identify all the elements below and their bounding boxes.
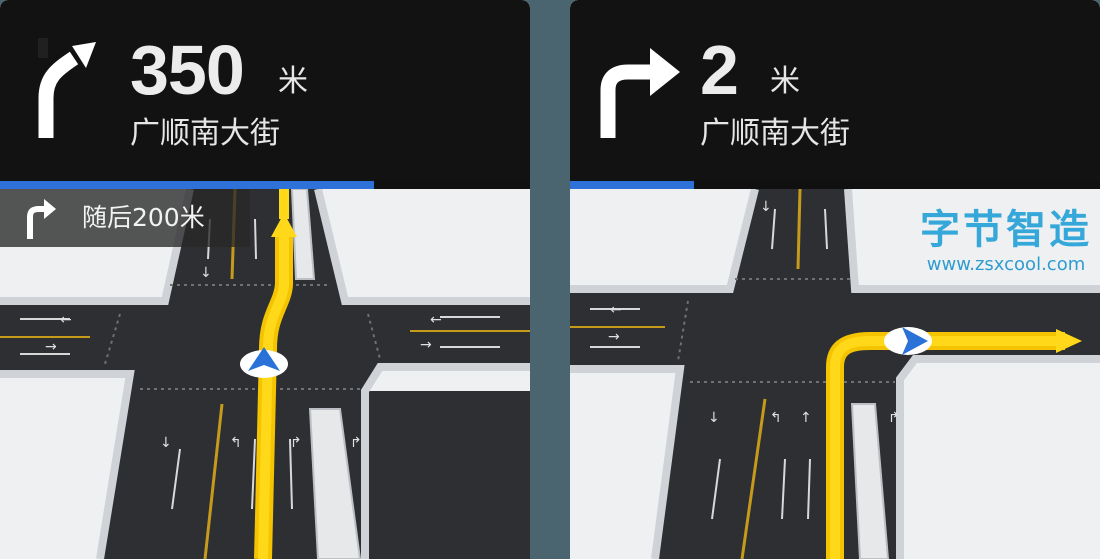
vehicle-position-icon bbox=[884, 327, 932, 355]
route-progress-fill bbox=[570, 181, 694, 189]
svg-text:←: ← bbox=[430, 312, 442, 328]
watermark-url: www.zsxcool.com bbox=[926, 254, 1086, 275]
svg-text:→: → bbox=[45, 339, 57, 355]
svg-text:↓: ↓ bbox=[200, 265, 212, 281]
turn-slight-right-arrow-icon bbox=[38, 38, 96, 138]
route-progress-bar bbox=[570, 181, 1100, 189]
distance-unit: 米 bbox=[770, 64, 800, 99]
svg-text:↱: ↱ bbox=[290, 435, 302, 451]
distance-unit: 米 bbox=[278, 64, 308, 99]
street-name: 广顺南大街 bbox=[130, 116, 280, 151]
svg-text:↰: ↰ bbox=[770, 410, 782, 426]
nav-header-right: 2 米 广顺南大街 bbox=[570, 0, 1100, 181]
watermark: 字节智造 www.zsxcool.com bbox=[920, 206, 1092, 286]
route-progress-fill bbox=[0, 181, 374, 189]
turn-right-arrow-icon bbox=[27, 199, 56, 239]
svg-text:↓: ↓ bbox=[708, 410, 720, 426]
svg-text:←: ← bbox=[610, 302, 622, 318]
route-progress-bar bbox=[0, 181, 530, 189]
distance-value: 2 bbox=[700, 31, 739, 109]
svg-text:↱: ↱ bbox=[888, 410, 900, 426]
next-instruction: 随后200米 bbox=[0, 189, 250, 247]
turn-right-arrow-icon bbox=[600, 48, 680, 138]
watermark-logo: 字节智造 bbox=[920, 207, 1092, 253]
nav-panel-left: ↓ ↓ ↰ ↱ ↱ ← → ← → 350 米 广顺南大街 随后200米 bbox=[0, 0, 530, 559]
nav-header-left: 350 米 广顺南大街 bbox=[0, 0, 530, 181]
svg-text:↰: ↰ bbox=[230, 435, 242, 451]
svg-text:↓: ↓ bbox=[160, 435, 172, 451]
next-instruction-text: 随后200米 bbox=[82, 203, 205, 232]
street-name: 广顺南大街 bbox=[700, 116, 850, 151]
svg-text:→: → bbox=[608, 329, 620, 345]
nav-panel-right: ↓ ↓ ↰ ↑ ↱ ← → 2 米 广顺南大街 字节智造 www.zsxcool… bbox=[570, 0, 1100, 559]
svg-text:←: ← bbox=[60, 312, 72, 328]
svg-text:↑: ↑ bbox=[800, 410, 812, 426]
svg-text:↱: ↱ bbox=[350, 435, 362, 451]
svg-text:→: → bbox=[420, 337, 432, 353]
distance-value: 350 bbox=[130, 31, 245, 109]
svg-text:↓: ↓ bbox=[760, 199, 772, 215]
